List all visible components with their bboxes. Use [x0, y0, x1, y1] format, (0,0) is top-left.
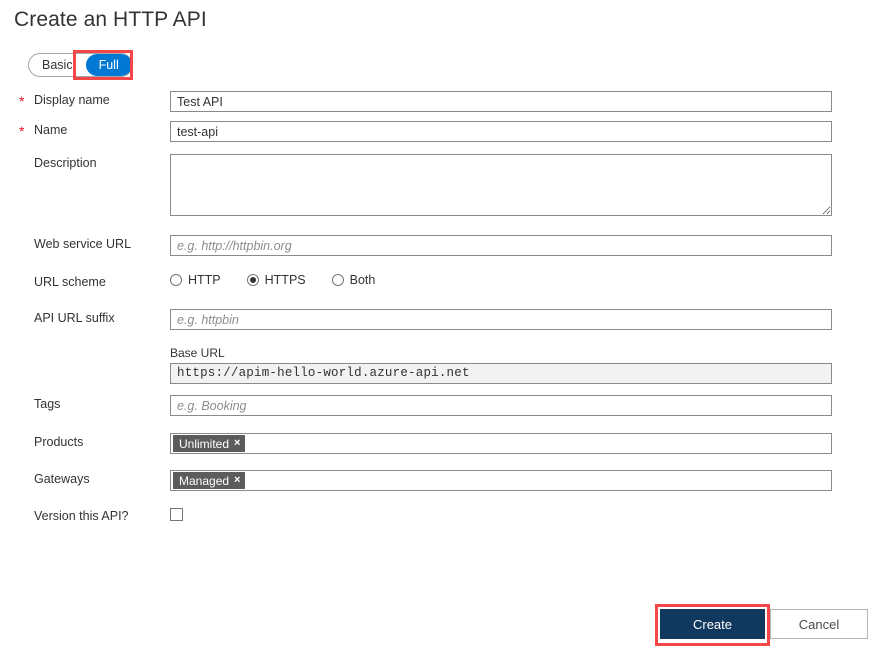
- chip-gateways[interactable]: Managed ×: [173, 472, 246, 489]
- radio-https[interactable]: HTTPS: [246, 273, 306, 287]
- mode-toggle-basic[interactable]: Basic: [29, 54, 86, 76]
- chip-remove-icon[interactable]: ×: [234, 475, 240, 486]
- cancel-button[interactable]: Cancel: [770, 609, 868, 639]
- version-this-api-checkbox[interactable]: [170, 508, 183, 521]
- label-version-this-api: Version this API?: [34, 509, 129, 523]
- create-button[interactable]: Create: [660, 609, 765, 639]
- create-api-form: * Display name * Name Description Web se…: [0, 88, 878, 540]
- chip-remove-icon[interactable]: ×: [234, 438, 240, 449]
- field-row-base-url: Base URL https://apim-hello-world.azure-…: [0, 346, 878, 394]
- label-display-name: Display name: [34, 93, 110, 107]
- page-title: Create an HTTP API: [14, 8, 207, 31]
- display-name-input[interactable]: [170, 91, 832, 112]
- radio-both[interactable]: Both: [331, 273, 376, 287]
- gateways-chip-field[interactable]: Managed ×: [170, 470, 832, 491]
- field-row-tags: Tags: [0, 394, 878, 432]
- field-row-url-scheme: URL scheme HTTP HTTPS Both: [0, 272, 878, 308]
- products-chip-field[interactable]: Unlimited ×: [170, 433, 832, 454]
- label-api-url-suffix: API URL suffix: [34, 311, 115, 325]
- web-service-url-input[interactable]: [170, 235, 832, 256]
- base-url-value: https://apim-hello-world.azure-api.net: [170, 363, 832, 384]
- api-url-suffix-input[interactable]: [170, 309, 832, 330]
- label-base-url: Base URL: [170, 346, 225, 360]
- label-gateways: Gateways: [34, 472, 90, 486]
- label-url-scheme: URL scheme: [34, 275, 106, 289]
- mode-toggle-full[interactable]: Full: [85, 54, 132, 76]
- field-row-description: Description: [0, 154, 878, 234]
- field-row-display-name: * Display name: [0, 88, 878, 118]
- label-web-service-url: Web service URL: [34, 237, 132, 251]
- required-asterisk-name: *: [19, 123, 25, 139]
- radio-label-https: HTTPS: [264, 273, 306, 287]
- label-tags: Tags: [34, 397, 61, 411]
- mode-toggle[interactable]: Basic Full: [28, 53, 133, 77]
- tags-input[interactable]: [170, 395, 832, 416]
- description-textarea[interactable]: [170, 154, 832, 216]
- chip-label: Managed: [179, 473, 230, 488]
- radio-label-http: HTTP: [188, 273, 221, 287]
- chip-label: Unlimited: [179, 436, 230, 451]
- required-asterisk-display-name: *: [19, 93, 25, 109]
- radio-circle-icon: [170, 274, 182, 286]
- label-products: Products: [34, 435, 84, 449]
- label-description: Description: [34, 156, 97, 170]
- label-name: Name: [34, 123, 68, 137]
- radio-http[interactable]: HTTP: [170, 273, 221, 287]
- field-row-version-this-api: Version this API?: [0, 506, 878, 540]
- radio-label-both: Both: [349, 273, 376, 287]
- chip-products[interactable]: Unlimited ×: [173, 435, 246, 452]
- field-row-api-url-suffix: API URL suffix: [0, 308, 878, 346]
- radio-circle-icon: [331, 274, 344, 286]
- name-input[interactable]: [170, 121, 832, 142]
- field-row-products: Products Unlimited ×: [0, 432, 878, 469]
- field-row-web-service-url: Web service URL: [0, 234, 878, 272]
- field-row-gateways: Gateways Managed ×: [0, 469, 878, 506]
- radio-circle-filled-icon: [246, 274, 259, 286]
- field-row-name: * Name: [0, 118, 878, 156]
- url-scheme-radio-group[interactable]: HTTP HTTPS Both: [170, 273, 375, 287]
